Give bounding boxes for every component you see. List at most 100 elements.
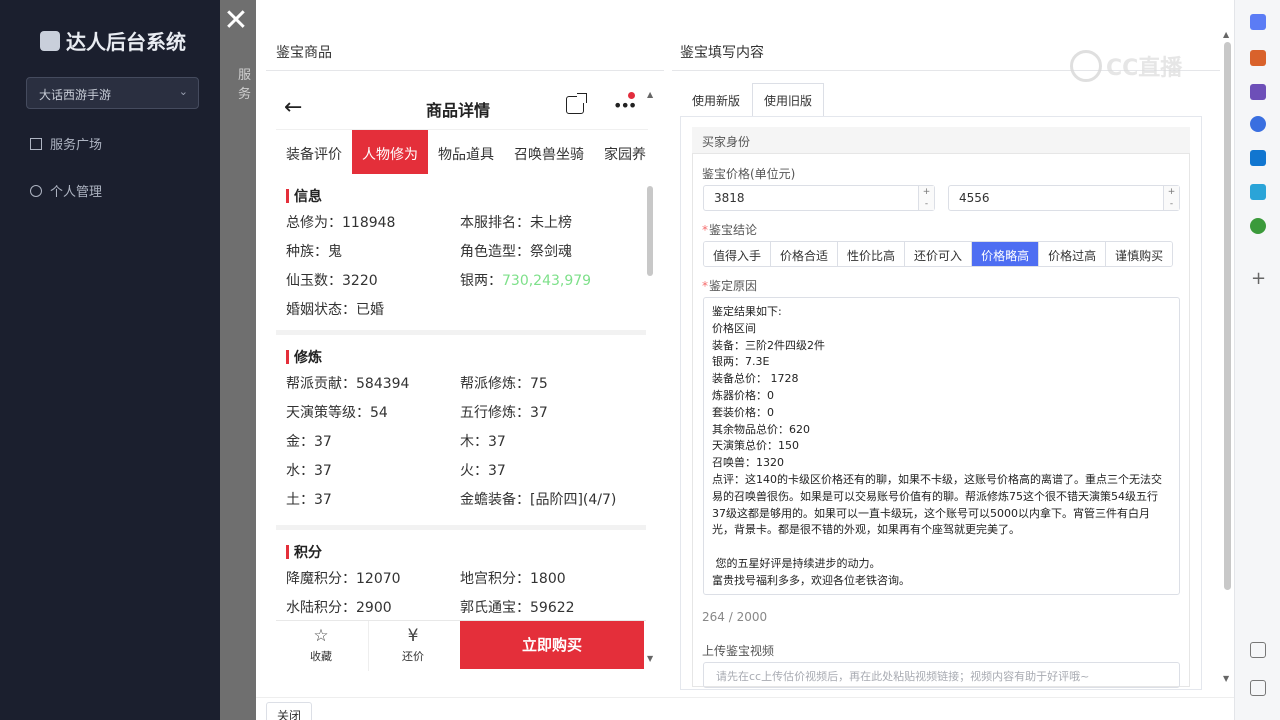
watermark-text: CC直播 [1106, 56, 1183, 81]
form-scrollbar[interactable] [1224, 42, 1231, 590]
product-detail-preview: ← 商品详情 ••• 装备评价 人物修为 物品道具 召唤兽坐骑 家园养 ▲ ▼ … [276, 86, 656, 672]
phone-footer: ☆ 收藏 ¥ 还价 立即购买 [276, 620, 646, 672]
reason-textarea[interactable]: 鉴定结果如下: 价格区间 装备：三阶2件四级2件 银两：7.3E 装备总价： 1… [703, 297, 1180, 595]
price-min-input[interactable]: 3818 + - [703, 185, 935, 211]
info-model: 角色造型：祭剑魂 [460, 244, 572, 260]
add-icon[interactable]: + [1251, 268, 1266, 289]
bargain-button[interactable]: ¥ 还价 [368, 627, 458, 664]
conclusion-option[interactable]: 价格过高 [1039, 242, 1107, 266]
share-icon[interactable] [566, 93, 587, 114]
nav-item-service-plaza[interactable]: 服务广场 [30, 134, 102, 153]
tab-character[interactable]: 人物修为 [352, 130, 428, 174]
conclusion-option-selected[interactable]: 价格略高 [972, 242, 1040, 266]
app-logo: 达人后台系统 [40, 26, 186, 55]
chess-icon[interactable] [1250, 84, 1266, 100]
external-link-icon[interactable] [1250, 680, 1266, 696]
conclusion-option[interactable]: 值得入手 [704, 242, 772, 266]
stepper-icon[interactable]: + - [918, 186, 934, 210]
tree-icon[interactable] [1250, 218, 1266, 234]
kv-item: 帮派贡献：584394 [286, 376, 410, 392]
watermark-logo-icon [1070, 50, 1102, 82]
phone-scrollbar[interactable] [647, 186, 653, 276]
conclusion-option[interactable]: 还价可入 [905, 242, 973, 266]
watermark: CC直播 [1070, 50, 1182, 82]
left-divider [266, 70, 664, 71]
points-block: 积分 降魔积分：12070 地宫积分：1800 水陆积分：2900 郭氏通宝：5… [276, 530, 646, 620]
background-content: 服务 [220, 0, 260, 720]
drawer-footer [256, 697, 1234, 720]
favorite-button[interactable]: ☆ 收藏 [276, 627, 366, 664]
star-icon: ☆ [313, 626, 329, 646]
right-section-title: 鉴宝填写内容 [680, 45, 764, 61]
block-title: 修炼 [286, 347, 322, 367]
kv-item: 金：37 [286, 434, 332, 450]
nav-item-label: 服务广场 [50, 138, 103, 153]
kv-item: 郭氏通宝：59622 [460, 600, 575, 616]
kv-item: 天演策等级：54 [286, 405, 388, 421]
conclusion-option[interactable]: 价格合适 [771, 242, 839, 266]
outlook-icon[interactable] [1250, 150, 1266, 166]
char-count: 264 / 2000 [702, 610, 768, 624]
tab-home[interactable]: 家园养 [594, 130, 656, 174]
phone-header: ← 商品详情 ••• [276, 86, 646, 128]
tab-equipment[interactable]: 装备评价 [276, 130, 352, 174]
back-arrow-icon[interactable]: ← [284, 95, 302, 120]
notification-dot [628, 92, 635, 99]
tag-icon[interactable] [1250, 14, 1266, 30]
scroll-down-icon[interactable]: ▼ [1223, 674, 1229, 683]
conclusion-option[interactable]: 谨慎购买 [1106, 242, 1173, 266]
info-race: 种族：鬼 [286, 244, 342, 260]
info-total: 总修为：118948 [286, 215, 396, 231]
kv-item: 地宫积分：1800 [460, 571, 566, 587]
building-icon [30, 137, 42, 150]
conclusion-options: 值得入手 价格合适 性价比高 还价可入 价格略高 价格过高 谨慎购买 [703, 241, 1174, 267]
price-max-input[interactable]: 4556 + - [948, 185, 1180, 211]
conclusion-label: *鉴宝结论 [702, 223, 758, 237]
reason-label: *鉴定原因 [702, 279, 758, 293]
send-icon[interactable] [1250, 184, 1266, 200]
kv-item: 降魔积分：12070 [286, 571, 401, 587]
phone-title: 商品详情 [426, 101, 491, 120]
left-section-title: 鉴宝商品 [276, 45, 332, 61]
nav-item-label: 个人管理 [50, 185, 103, 200]
price-label: 鉴宝价格(单位元) [702, 167, 796, 181]
scroll-down-icon[interactable]: ▼ [647, 654, 653, 663]
info-silver: 银两：730,243,979 [460, 273, 592, 289]
kv-item: 木：37 [460, 434, 506, 450]
kv-item: 土：37 [286, 492, 332, 508]
nav-item-personal[interactable]: 个人管理 [30, 181, 102, 200]
kv-item: 金蟾装备：[品阶四](4/7) [460, 492, 617, 508]
close-button[interactable]: 关闭 [266, 702, 313, 720]
copilot-icon[interactable] [1250, 116, 1266, 132]
game-select[interactable]: 大话西游手游 ⌄ [26, 77, 199, 109]
tab-old-version[interactable]: 使用旧版 [752, 83, 825, 117]
video-label: 上传鉴宝视频 [702, 644, 775, 658]
info-rank: 本服排名：未上榜 [460, 215, 572, 231]
scroll-up-icon[interactable]: ▲ [647, 90, 653, 99]
silver-value: 730,243,979 [502, 273, 592, 289]
briefcase-icon[interactable] [1250, 50, 1266, 66]
yen-icon: ¥ [407, 626, 419, 646]
tab-new-version[interactable]: 使用新版 [680, 83, 752, 117]
conclusion-option[interactable]: 性价比高 [838, 242, 906, 266]
close-drawer-icon[interactable]: ✕ [222, 6, 250, 36]
browser-side-toolbar: + [1234, 0, 1280, 720]
scroll-up-icon[interactable]: ▲ [1223, 30, 1229, 39]
game-select-value: 大话西游手游 [39, 88, 112, 102]
app-sidebar: 达人后台系统 大话西游手游 ⌄ 服务广场 个人管理 [0, 0, 220, 720]
stepper-icon[interactable]: + - [1163, 186, 1179, 210]
buy-now-button[interactable]: 立即购买 [460, 621, 644, 669]
cultivation-block: 修炼 帮派贡献：584394 帮派修炼：75 天演策等级：54 五行修炼：37 … [276, 335, 646, 525]
logo-icon [40, 30, 60, 51]
kv-item: 水：37 [286, 463, 332, 479]
info-marriage: 婚姻状态：已婚 [286, 302, 384, 318]
chevron-down-icon: ⌄ [178, 85, 188, 98]
kv-item: 帮派修炼：75 [460, 376, 548, 392]
tab-pets[interactable]: 召唤兽坐骑 [504, 130, 594, 174]
app-title: 达人后台系统 [66, 30, 186, 54]
phone-content: 信息 总修为：118948 本服排名：未上榜 种族：鬼 角色造型：祭剑魂 仙玉数… [276, 174, 646, 620]
screen-icon[interactable] [1250, 642, 1266, 658]
video-link-input[interactable]: 请先在cc上传估价视频后，再在此处粘贴视频链接；视频内容有助于好评哦~ [703, 662, 1180, 688]
kv-item: 火：37 [460, 463, 506, 479]
block-title: 信息 [286, 186, 322, 206]
